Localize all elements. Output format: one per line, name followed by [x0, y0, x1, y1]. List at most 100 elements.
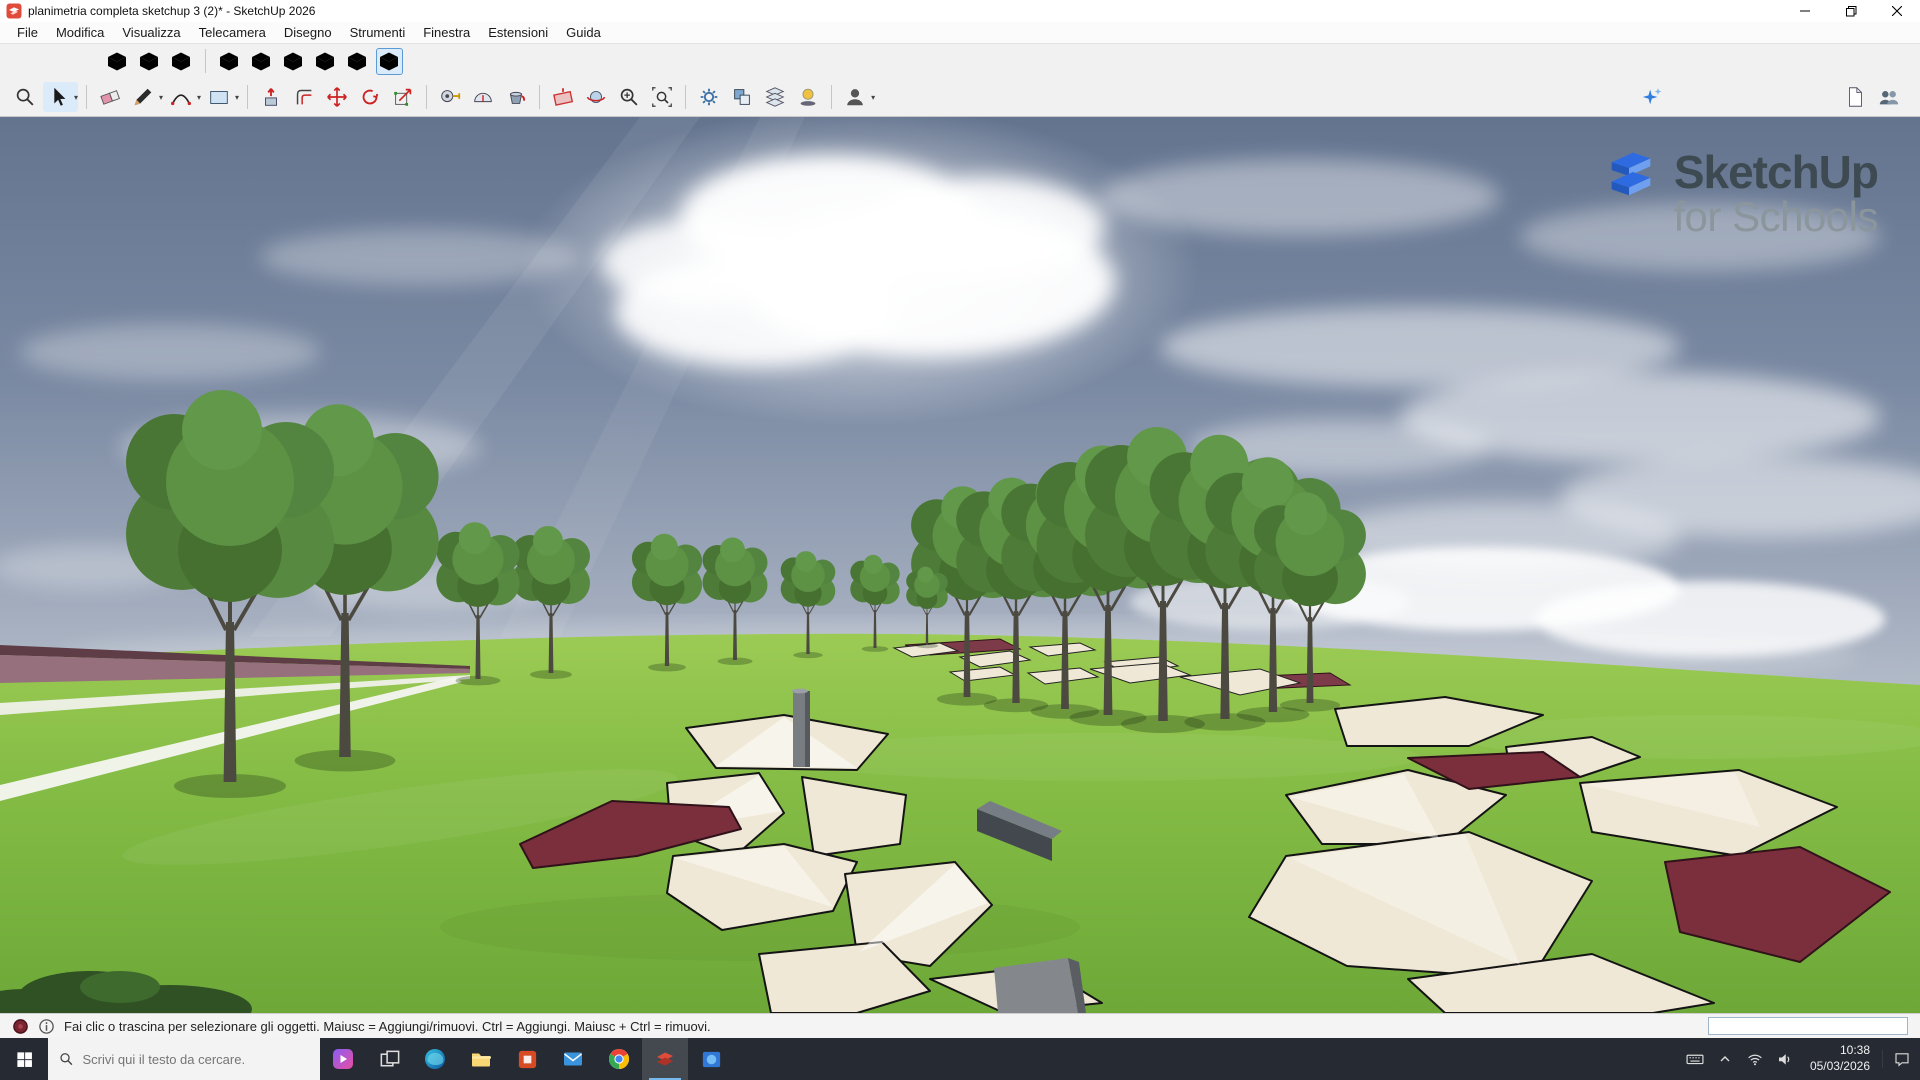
action-center-button[interactable] — [1882, 1050, 1920, 1068]
touch-keyboard-icon[interactable] — [1682, 1038, 1708, 1080]
menu-disegno[interactable]: Disegno — [275, 22, 341, 43]
toolbar-separator — [426, 85, 427, 109]
window-controls — [1782, 0, 1920, 22]
menu-file[interactable]: File — [8, 22, 47, 43]
select-tool[interactable]: ▾ — [43, 82, 78, 112]
ai-assistant-icon[interactable] — [1637, 82, 1667, 112]
zoom-icon[interactable] — [614, 82, 644, 112]
zoom-extents-icon[interactable] — [647, 82, 677, 112]
scale-icon[interactable] — [388, 82, 418, 112]
viewport-canvas[interactable]: SketchUp for Schools — [0, 117, 1920, 1013]
menu-telecamera[interactable]: Telecamera — [190, 22, 275, 43]
taskbar-app-mail[interactable] — [550, 1038, 596, 1080]
notification-icon — [1893, 1050, 1911, 1068]
style-perspective-icon[interactable] — [344, 48, 371, 75]
style-xray-icon[interactable] — [104, 48, 131, 75]
line-tool[interactable]: ▾ — [128, 82, 163, 112]
search-icon — [59, 1051, 74, 1067]
taskbar-app-clipchamp[interactable] — [320, 1038, 366, 1080]
rectangle-icon[interactable] — [204, 82, 234, 112]
tape-measure-icon[interactable] — [435, 82, 465, 112]
style-hidden-line-icon[interactable] — [216, 48, 243, 75]
minimize-button[interactable] — [1782, 0, 1828, 22]
taskbar-app-office[interactable] — [504, 1038, 550, 1080]
measurements-input[interactable] — [1708, 1017, 1908, 1035]
toolbar-separator — [685, 85, 686, 109]
style-shaded-icon[interactable] — [248, 48, 275, 75]
settings-gear-icon[interactable] — [694, 82, 724, 112]
chevron-down-icon[interactable]: ▾ — [159, 93, 163, 102]
window-title: planimetria completa sketchup 3 (2)* - S… — [28, 4, 315, 18]
geolocation-icon[interactable] — [12, 1018, 29, 1035]
offset-icon[interactable] — [289, 82, 319, 112]
sketchup-app-icon — [6, 3, 22, 19]
paint-bucket-icon[interactable] — [501, 82, 531, 112]
style-monochrome-icon[interactable] — [312, 48, 339, 75]
system-tray: 10:38 05/03/2026 — [1682, 1038, 1920, 1080]
select-cursor-icon[interactable] — [43, 82, 73, 112]
file-explorer-icon — [469, 1047, 493, 1071]
photos-icon — [700, 1048, 723, 1071]
search-tool-icon[interactable] — [10, 82, 40, 112]
components-icon[interactable] — [727, 82, 757, 112]
style-shaded-textures-icon[interactable] — [280, 48, 307, 75]
clock-time: 10:38 — [1810, 1043, 1870, 1059]
close-button[interactable] — [1874, 0, 1920, 22]
chevron-down-icon[interactable]: ▾ — [871, 93, 875, 102]
chevron-down-icon[interactable]: ▾ — [197, 93, 201, 102]
tray-chevron-up-icon[interactable] — [1712, 1038, 1738, 1080]
taskbar-app-file-explorer[interactable] — [458, 1038, 504, 1080]
sketchup-for-schools-logo: SketchUp for Schools — [1602, 143, 1878, 241]
eraser-tool-icon[interactable] — [95, 82, 125, 112]
chevron-down-icon[interactable]: ▾ — [235, 93, 239, 102]
restore-button[interactable] — [1828, 0, 1874, 22]
sketchup-icon — [653, 1047, 677, 1071]
pencil-icon[interactable] — [128, 82, 158, 112]
taskbar-app-task-view[interactable] — [366, 1038, 412, 1080]
start-button[interactable] — [0, 1038, 48, 1080]
info-icon[interactable] — [38, 1018, 55, 1035]
chrome-icon — [607, 1047, 631, 1071]
toolbar-separator — [831, 85, 832, 109]
taskbar-clock[interactable]: 10:38 05/03/2026 — [1802, 1043, 1878, 1074]
account-menu[interactable]: ▾ — [840, 82, 875, 112]
shadows-icon[interactable] — [793, 82, 823, 112]
taskbar-search-input[interactable] — [83, 1052, 310, 1067]
taskbar-app-photos[interactable] — [688, 1038, 734, 1080]
arc-icon[interactable] — [166, 82, 196, 112]
account-person-icon[interactable] — [840, 82, 870, 112]
protractor-icon[interactable] — [468, 82, 498, 112]
rotate-icon[interactable] — [355, 82, 385, 112]
taskbar-app-edge[interactable] — [412, 1038, 458, 1080]
toolbar-separator — [86, 85, 87, 109]
collaboration-people-icon[interactable] — [1874, 82, 1904, 112]
statusbar: Fai clic o trascina per selezionare gli … — [0, 1013, 1920, 1038]
menu-finestra[interactable]: Finestra — [414, 22, 479, 43]
push-pull-icon[interactable] — [256, 82, 286, 112]
style-back-edges-icon[interactable] — [136, 48, 163, 75]
section-plane-icon[interactable] — [548, 82, 578, 112]
menu-modifica[interactable]: Modifica — [47, 22, 113, 43]
orbit-icon[interactable] — [581, 82, 611, 112]
menu-visualizza[interactable]: Visualizza — [113, 22, 189, 43]
tags-layers-icon[interactable] — [760, 82, 790, 112]
menu-estensioni[interactable]: Estensioni — [479, 22, 557, 43]
chevron-down-icon[interactable]: ▾ — [74, 93, 78, 102]
sketchup-window: planimetria completa sketchup 3 (2)* - S… — [0, 0, 1920, 1080]
style-wireframe-icon[interactable] — [168, 48, 195, 75]
shapes-tool[interactable]: ▾ — [204, 82, 239, 112]
style-active-icon[interactable] — [376, 48, 403, 75]
taskbar-search[interactable] — [48, 1038, 320, 1080]
move-icon[interactable] — [322, 82, 352, 112]
toolbar-separator — [539, 85, 540, 109]
toolbar-separator — [247, 85, 248, 109]
arc-tool[interactable]: ▾ — [166, 82, 201, 112]
menu-guida[interactable]: Guida — [557, 22, 610, 43]
taskbar-app-sketchup[interactable] — [642, 1038, 688, 1080]
model-scene — [0, 117, 1920, 1013]
network-icon[interactable] — [1742, 1038, 1768, 1080]
new-document-icon[interactable] — [1840, 82, 1870, 112]
menu-strumenti[interactable]: Strumenti — [341, 22, 415, 43]
volume-icon[interactable] — [1772, 1038, 1798, 1080]
taskbar-app-chrome[interactable] — [596, 1038, 642, 1080]
